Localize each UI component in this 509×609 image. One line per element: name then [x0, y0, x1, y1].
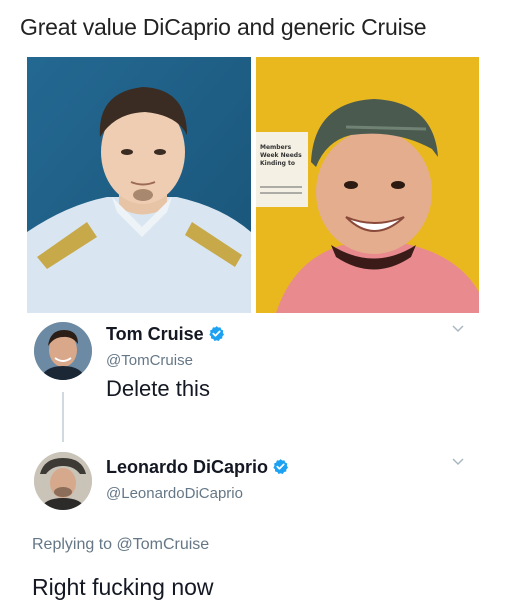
avatar[interactable] [34, 322, 92, 380]
meme-caption: Great value DiCaprio and generic Cruise [20, 14, 427, 40]
reply-tweet-text: Right fucking now [32, 574, 214, 600]
username-handle[interactable]: @LeonardoDiCaprio [106, 485, 243, 502]
wall-sign-text: Members [260, 144, 292, 151]
username-handle[interactable]: @TomCruise [106, 352, 193, 369]
photo-collage: Members Week Needs Kinding to [27, 57, 479, 313]
display-name[interactable]: Leonardo DiCaprio [106, 457, 268, 477]
chevron-down-icon[interactable] [452, 325, 464, 333]
mention-link[interactable]: @TomCruise [117, 536, 210, 553]
chevron-down-icon[interactable] [452, 458, 464, 466]
thread-connector-line [62, 392, 64, 442]
replying-to-line: Replying to @TomCruise [32, 536, 209, 554]
display-name[interactable]: Tom Cruise [106, 324, 204, 344]
photo-dicaprio-lookalike [27, 57, 251, 313]
verified-badge-icon [209, 326, 224, 341]
tweet-text: Delete this [106, 376, 210, 401]
wall-sign-text: Kinding to [260, 160, 295, 167]
wall-sign-text: Week Needs [260, 152, 302, 159]
display-name-row: Leonardo DiCaprio [106, 457, 289, 478]
display-name-row: Tom Cruise [106, 324, 225, 345]
photo-cruise-lookalike: Members Week Needs Kinding to [256, 57, 479, 313]
avatar[interactable] [34, 452, 92, 510]
replying-prefix: Replying to [32, 536, 117, 553]
verified-badge-icon [273, 459, 289, 474]
